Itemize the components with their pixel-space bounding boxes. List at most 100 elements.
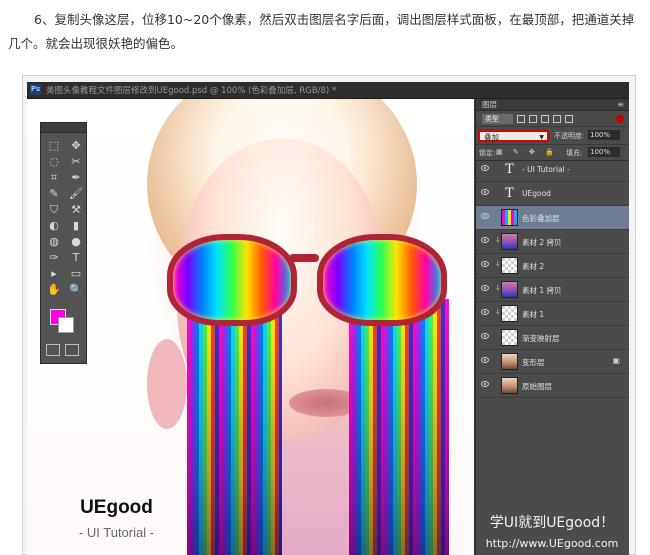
tool-icon[interactable]: ⌗ [45,170,63,186]
watermark-url: http://www.UEgood.com [485,537,619,550]
fill-label: 填充: [566,149,583,157]
eye-icon[interactable] [481,357,489,363]
eye-icon[interactable] [481,381,489,387]
layer-row-original[interactable]: 原始图层 [476,374,629,398]
eye-icon[interactable] [481,261,489,267]
layer-row-color-overlay[interactable]: 色彩叠加层 [476,206,629,230]
clip-link-icon: ↓ [495,260,501,268]
layer-filter-row: 类型 [476,111,629,127]
tool-icon[interactable]: ▭ [67,266,85,282]
adjustment-filter-icon[interactable] [529,114,537,123]
eye-icon[interactable] [481,165,489,171]
eye-icon[interactable] [481,213,489,219]
smart-object-filter-icon[interactable] [565,114,573,123]
layer-name: 素材 2 [522,262,545,271]
blend-mode-select[interactable]: 叠加 ▼ [478,130,549,142]
layers-tab-label: 图层 [482,100,497,109]
panel-menu-icon[interactable]: ≡ [617,99,624,110]
clip-link-icon: ↓ [495,236,501,244]
image-canvas[interactable]: ⬚ ✥ ◌ ✂ ⌗ ✒ ✎ 🖌 ⛉ ⚒ ◐ ▮ ◍ ● ✑ T ▸ ▭ ✋ 🔍 UEgood - UI Tutoria… [27,99,474,555]
tool-icon[interactable]: ▮ [67,218,85,234]
layer-row-gradient-map[interactable]: 渐变映射层 [476,326,629,350]
eye-icon[interactable] [481,189,489,195]
layer-thumbnail [501,209,518,226]
layer-row-material-1[interactable]: ↓ 素材 1 [476,302,629,326]
pixel-filter-icon[interactable] [517,114,525,123]
document-tab[interactable]: 美图头像教程文件图层修改到UEgood.psd @ 100% (色彩叠加层, R… [46,84,336,96]
blend-mode-value: 叠加 [484,133,499,142]
layer-thumbnail [501,377,518,394]
ear-shape [147,339,187,429]
quick-mask-icon[interactable] [46,344,60,356]
opacity-label: 不透明度: [554,132,585,140]
tool-icon[interactable]: ⛉ [45,202,63,218]
article-paragraph: 6、复制头像这层，位移10~20个像素，然后双击图层名字后面，调出图层样式面板，… [8,12,635,51]
tool-icon[interactable]: ◐ [45,218,63,234]
chevron-down-icon: ▼ [539,134,544,141]
tool-icon[interactable]: ⬚ [45,138,63,154]
glasses-bridge [289,254,319,262]
blend-row: 叠加 ▼ 不透明度: 100% [476,127,629,145]
tool-icon[interactable]: ✎ [45,186,63,202]
tools-panel-header[interactable] [41,123,86,133]
layer-name: 素材 1 拷贝 [522,286,562,295]
layer-name: 原始图层 [522,382,552,391]
layer-name: - UI Tutorial - [522,165,570,174]
sunglasses [167,224,447,326]
fill-field[interactable]: 100% [588,147,620,157]
tool-icon[interactable]: 🔍 [67,282,85,298]
tool-icon[interactable]: ▸ [45,266,63,282]
eye-icon[interactable] [481,333,489,339]
layer-row-uegood[interactable]: T UEgood [476,182,629,206]
background-color-swatch[interactable] [58,317,74,333]
tool-icon[interactable]: ✂ [67,154,85,170]
type-filter-icon[interactable] [541,114,549,123]
document-titlebar: Ps 美图头像教程文件图层修改到UEgood.psd @ 100% (色彩叠加层… [27,82,629,99]
layer-thumbnail [501,233,518,250]
tool-icon[interactable]: ◍ [45,234,63,250]
text-layer-icon: T [505,186,514,201]
layer-row-ui-tutorial[interactable]: T - UI Tutorial - [476,158,629,182]
layer-name: 素材 1 [522,310,545,319]
layer-row-transform[interactable]: 变形层 ▣ [476,350,629,374]
eye-icon[interactable] [481,237,489,243]
layer-name: UEgood [522,189,551,198]
eye-icon[interactable] [481,285,489,291]
shape-filter-icon[interactable] [553,114,561,123]
tool-icon[interactable]: ✥ [67,138,85,154]
layer-row-material-2-copy[interactable]: ↓ 素材 2 拷贝 [476,230,629,254]
glasses-lens-left [167,234,297,326]
lock-label: 锁定: [479,149,496,157]
tool-icon[interactable]: 🖌 [67,186,85,202]
tool-icon[interactable]: ✋ [45,282,63,298]
filter-toggle-icon[interactable] [616,114,624,123]
tool-grid: ⬚ ✥ ◌ ✂ ⌗ ✒ ✎ 🖌 ⛉ ⚒ ◐ ▮ ◍ ● ✑ T ▸ ▭ ✋ 🔍 [41,133,86,298]
drip-shade-right [349,299,449,555]
watermark: 学UI就到UEgood！ http://www.UEgood.com [475,512,629,550]
text-layer-icon: T [505,162,514,177]
opacity-field[interactable]: 100% [588,130,620,140]
layer-row-material-1-copy[interactable]: ↓ 素材 1 拷贝 [476,278,629,302]
layer-row-material-2[interactable]: ↓ 素材 2 [476,254,629,278]
clip-link-icon: ↓ [495,284,501,292]
tool-icon[interactable]: ✒ [67,170,85,186]
layers-tab[interactable]: 图层 ≡ [476,99,629,111]
tool-icon[interactable]: ✑ [45,250,63,266]
layer-name: 变形层 [522,358,545,367]
photoshop-window: Ps 美图头像教程文件图层修改到UEgood.psd @ 100% (色彩叠加层… [27,82,629,555]
tools-panel: ⬚ ✥ ◌ ✂ ⌗ ✒ ✎ 🖌 ⛉ ⚒ ◐ ▮ ◍ ● ✑ T ▸ ▭ ✋ 🔍 [40,122,87,364]
smart-object-icon: ▣ [612,356,620,365]
eye-icon[interactable] [481,309,489,315]
brand-name: UEgood [80,497,153,518]
tool-icon[interactable]: ● [67,234,85,250]
tool-icon[interactable]: T [67,250,85,266]
lock-icons[interactable]: ▦ ✎ ✥ 🔒 [496,148,558,156]
brand-subtitle: - UI Tutorial - [78,525,155,540]
layer-thumbnail [501,329,518,346]
tool-icon[interactable]: ⚒ [67,202,85,218]
photoshop-logo-icon: Ps [30,84,41,95]
filter-kind-select[interactable]: 类型 [482,113,513,124]
screen-mode-icon[interactable] [65,344,79,356]
layers-panel: 图层 ≡ 类型 叠加 ▼ 不透明度: 100% 锁定: ▦ ✎ ✥ 🔒 填充: … [475,99,629,555]
tool-icon[interactable]: ◌ [45,154,63,170]
